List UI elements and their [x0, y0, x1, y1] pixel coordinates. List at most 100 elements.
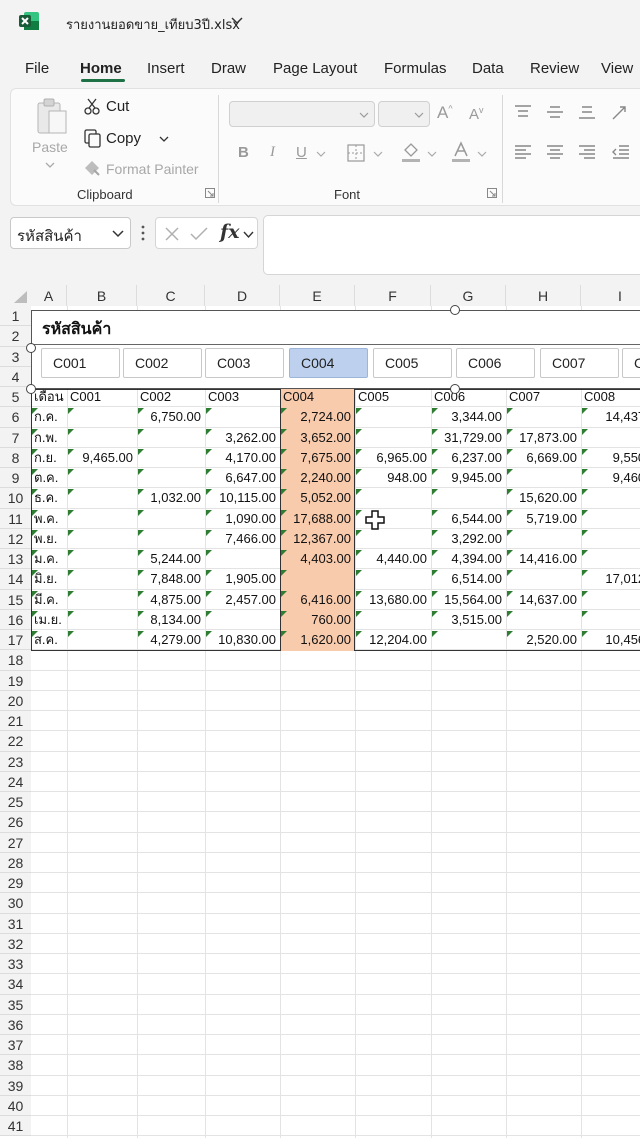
slicer-item-c006[interactable]: C006	[456, 348, 535, 378]
align-right-icon[interactable]	[578, 144, 596, 160]
row-header-2[interactable]: 2	[0, 326, 31, 347]
value-cell[interactable]: 14,416.00	[506, 549, 577, 569]
value-cell[interactable]: 4,403.00	[280, 549, 351, 569]
value-cell[interactable]: 31,729.00	[431, 428, 502, 448]
value-cell[interactable]: 2,457.00	[205, 590, 276, 610]
value-cell[interactable]: 1,620.00	[280, 630, 351, 650]
value-cell[interactable]: 2,724.00	[280, 407, 351, 427]
slicer-item-c004[interactable]: C004	[289, 348, 368, 378]
orientation-icon[interactable]	[610, 102, 632, 122]
value-cell[interactable]: 17,873.00	[506, 428, 577, 448]
row-header-35[interactable]: 35	[0, 994, 31, 1015]
value-cell[interactable]: 7,848.00	[137, 569, 201, 589]
row-header-40[interactable]: 40	[0, 1095, 31, 1116]
column-header-c[interactable]: C	[137, 285, 205, 306]
chevron-down-icon[interactable]	[427, 150, 437, 158]
paste-button[interactable]: Paste	[32, 139, 68, 155]
name-box[interactable]: รหัสสินค้า	[10, 217, 131, 249]
column-header-f[interactable]: F	[355, 285, 431, 306]
value-cell[interactable]: 5,719.00	[506, 509, 577, 529]
align-top-icon[interactable]	[514, 104, 532, 120]
row-header-31[interactable]: 31	[0, 913, 31, 934]
row-header-1[interactable]: 1	[0, 306, 31, 327]
value-cell[interactable]: 12,204.00	[355, 630, 427, 650]
chevron-down-icon[interactable]	[230, 14, 244, 28]
chevron-down-icon[interactable]	[316, 150, 326, 158]
row-header-8[interactable]: 8	[0, 447, 31, 468]
chevron-down-icon[interactable]	[112, 229, 124, 239]
dialog-launcher-icon[interactable]	[205, 188, 215, 198]
insert-function-button[interactable]: fx	[220, 221, 240, 243]
column-header-d[interactable]: D	[205, 285, 280, 306]
row-header-7[interactable]: 7	[0, 427, 31, 448]
align-center-icon[interactable]	[546, 144, 564, 160]
row-header-30[interactable]: 30	[0, 893, 31, 914]
copy-button[interactable]: Copy	[106, 130, 141, 147]
cut-button[interactable]: Cut	[106, 98, 129, 115]
value-cell[interactable]: 14,437.0	[581, 407, 640, 427]
tab-page-layout[interactable]: Page Layout	[273, 60, 357, 77]
underline-button[interactable]: U	[296, 144, 307, 161]
value-cell[interactable]: 14,637.00	[506, 590, 577, 610]
value-cell[interactable]: 17,012.0	[581, 569, 640, 589]
value-cell[interactable]: 4,440.00	[355, 549, 427, 569]
row-header-33[interactable]: 33	[0, 954, 31, 975]
row-header-37[interactable]: 37	[0, 1035, 31, 1056]
value-cell[interactable]: 8,134.00	[137, 610, 201, 630]
row-header-21[interactable]: 21	[0, 711, 31, 732]
row-header-27[interactable]: 27	[0, 832, 31, 853]
month-cell[interactable]: ก.ค.	[34, 407, 58, 427]
row-header-14[interactable]: 14	[0, 569, 31, 590]
tab-insert[interactable]: Insert	[147, 60, 185, 77]
row-header-10[interactable]: 10	[0, 488, 31, 509]
value-cell[interactable]: 6,647.00	[205, 468, 276, 488]
value-cell[interactable]: 2,520.00	[506, 630, 577, 650]
value-cell[interactable]: 3,262.00	[205, 428, 276, 448]
dialog-launcher-icon[interactable]	[487, 188, 497, 198]
cancel-icon[interactable]	[164, 226, 180, 242]
worksheet-grid[interactable]: ABCDEFGHI 1 2 3 4 5 6 7 8 9 10 11 12 13 14 15 16 17 18 19 2…	[0, 285, 640, 1138]
value-cell[interactable]: 2,240.00	[280, 468, 351, 488]
slicer-item-c002[interactable]: C002	[123, 348, 202, 378]
align-bottom-icon[interactable]	[578, 104, 596, 120]
resize-handle[interactable]	[26, 384, 36, 394]
row-header-11[interactable]: 11	[0, 508, 31, 529]
value-cell[interactable]: 10,115.00	[205, 488, 276, 508]
font-color-icon[interactable]	[450, 141, 472, 163]
row-header-19[interactable]: 19	[0, 670, 31, 691]
month-cell[interactable]: เม.ย.	[34, 610, 62, 630]
value-cell[interactable]: 4,875.00	[137, 590, 201, 610]
column-header-h[interactable]: H	[506, 285, 581, 306]
chevron-down-icon[interactable]	[373, 150, 383, 158]
tab-formulas[interactable]: Formulas	[384, 60, 447, 77]
value-cell[interactable]: 948.00	[355, 468, 427, 488]
value-cell[interactable]: 7,466.00	[205, 529, 276, 549]
column-header-b[interactable]: B	[67, 285, 137, 306]
month-cell[interactable]: ก.ย.	[34, 448, 57, 468]
value-cell[interactable]: 1,032.00	[137, 488, 201, 508]
value-cell[interactable]: 6,750.00	[137, 407, 201, 427]
table-header-cell[interactable]: C003	[208, 387, 239, 407]
slicer-item-c003[interactable]: C003	[205, 348, 284, 378]
decrease-indent-icon[interactable]	[612, 144, 630, 160]
table-header-cell[interactable]: C007	[509, 387, 540, 407]
value-cell[interactable]: 6,544.00	[431, 509, 502, 529]
value-cell[interactable]: 3,652.00	[280, 428, 351, 448]
resize-handle[interactable]	[450, 305, 460, 315]
row-header-6[interactable]: 6	[0, 407, 31, 428]
month-cell[interactable]: ส.ค.	[34, 630, 58, 650]
value-cell[interactable]: 10,830.00	[205, 630, 276, 650]
value-cell[interactable]: 4,279.00	[137, 630, 201, 650]
enter-check-icon[interactable]	[190, 226, 208, 242]
value-cell[interactable]: 6,237.00	[431, 448, 502, 468]
row-header-9[interactable]: 9	[0, 468, 31, 489]
row-header-25[interactable]: 25	[0, 792, 31, 813]
tab-file[interactable]: File	[25, 60, 49, 77]
value-cell[interactable]: 7,675.00	[280, 448, 351, 468]
table-header-cell[interactable]: C005	[358, 387, 389, 407]
value-cell[interactable]: 13,680.00	[355, 590, 427, 610]
chevron-down-icon[interactable]	[477, 150, 487, 158]
align-left-icon[interactable]	[514, 144, 532, 160]
value-cell[interactable]: 4,170.00	[205, 448, 276, 468]
row-header-29[interactable]: 29	[0, 873, 31, 894]
